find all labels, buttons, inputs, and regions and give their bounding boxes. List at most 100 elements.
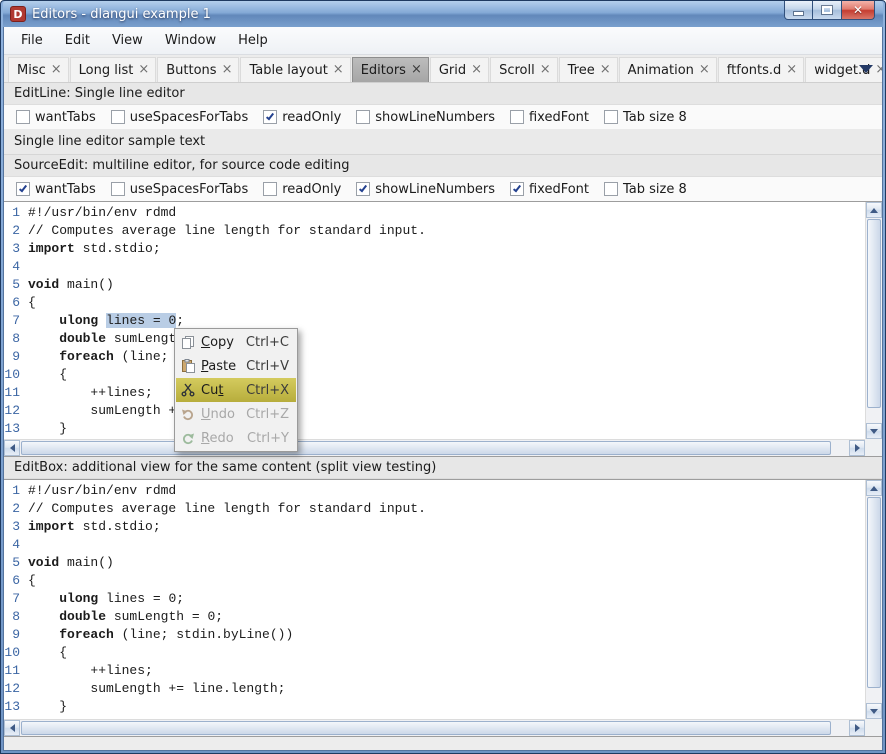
checkbox-wanttabs[interactable]: wantTabs (16, 110, 96, 125)
checkbox-readonly[interactable]: readOnly (263, 110, 341, 125)
checkbox-usespacesfortabs[interactable]: useSpacesForTabs (111, 110, 249, 125)
tab-close-icon[interactable]: × (540, 65, 551, 75)
line-number: 4 (4, 536, 28, 554)
tab-buttons[interactable]: Buttons× (157, 57, 239, 82)
tab-close-icon[interactable]: × (138, 65, 149, 75)
scrollbar-thumb[interactable] (867, 497, 881, 688)
window-title: Editors - dlangui example 1 (32, 7, 211, 22)
menu-edit[interactable]: Edit (54, 29, 101, 52)
menu-item-label: Paste (201, 359, 236, 374)
code-line-4: 4 (4, 536, 865, 554)
close-icon: ✕ (853, 3, 863, 17)
checkbox-usespacesfortabs[interactable]: useSpacesForTabs (111, 182, 249, 197)
tab-close-icon[interactable]: × (222, 65, 233, 75)
checkbox-showlinenumbers[interactable]: showLineNumbers (356, 182, 495, 197)
menu-bar: FileEditViewWindowHelp (4, 27, 882, 55)
vertical-scrollbar[interactable] (865, 480, 882, 719)
scroll-left-button[interactable] (4, 440, 20, 456)
single-line-editor[interactable]: Single line editor sample text (4, 129, 882, 155)
checkbox-readonly[interactable]: readOnly (263, 182, 341, 197)
editbox-section-label: EditBox: additional view for the same co… (4, 457, 882, 479)
editline-section-label: EditLine: Single line editor (4, 83, 882, 105)
menu-file[interactable]: File (10, 29, 54, 52)
code-text: void main() (28, 554, 114, 572)
checkbox-unchecked-icon (111, 182, 125, 196)
tab-ftfonts-d[interactable]: ftfonts.d× (718, 57, 804, 82)
tab-label: Table layout (249, 63, 327, 78)
source-editor-content[interactable]: 1#!/usr/bin/env rdmd2// Computes average… (4, 202, 865, 439)
tab-table-layout[interactable]: Table layout × (240, 57, 350, 82)
checkbox-wanttabs[interactable]: wantTabs (16, 182, 96, 197)
selected-text: lines = 0 (106, 313, 176, 328)
tab-close-icon[interactable]: × (333, 65, 344, 75)
checkbox-checked-icon (263, 110, 277, 124)
tab-long-list[interactable]: Long list × (70, 57, 157, 82)
menu-view[interactable]: View (101, 29, 154, 52)
edit-box-content[interactable]: 1#!/usr/bin/env rdmd2// Computes average… (4, 480, 865, 719)
scrollbar-thumb[interactable] (867, 219, 881, 408)
tab-grid[interactable]: Grid× (430, 57, 489, 82)
scrollbar-track[interactable] (867, 497, 881, 702)
line-number: 5 (4, 554, 28, 572)
scroll-up-button[interactable] (866, 202, 882, 218)
code-text: // Computes average line length for stan… (28, 500, 426, 518)
close-button[interactable]: ✕ (842, 1, 875, 20)
title-bar[interactable]: D Editors - dlangui example 1 ✕ (3, 1, 883, 27)
scroll-down-button[interactable] (866, 423, 882, 439)
scrollbar-track[interactable] (21, 721, 848, 735)
tab-label: Long list (79, 63, 134, 78)
scrollbar-track[interactable] (21, 441, 848, 455)
tab-strip: Misc×Long list×Buttons×Table layout×Edit… (8, 55, 854, 82)
checkbox-label: useSpacesForTabs (130, 182, 249, 197)
line-number: 5 (4, 276, 28, 294)
vertical-scrollbar[interactable] (865, 202, 882, 439)
tab-close-icon[interactable]: × (600, 65, 611, 75)
tab-tree[interactable]: Tree× (559, 57, 618, 82)
checkbox-tab-size-8[interactable]: Tab size 8 (604, 110, 687, 125)
edit-box[interactable]: 1#!/usr/bin/env rdmd2// Computes average… (4, 479, 882, 737)
context-menu-item-copy[interactable]: CopyCtrl+C (176, 330, 296, 354)
scrollbar-thumb[interactable] (21, 441, 831, 455)
checkbox-showlinenumbers[interactable]: showLineNumbers (356, 110, 495, 125)
source-editor[interactable]: 1#!/usr/bin/env rdmd2// Computes average… (4, 201, 882, 457)
tab-close-icon[interactable]: × (411, 65, 422, 75)
context-menu-item-paste[interactable]: PasteCtrl+V (176, 354, 296, 378)
checkbox-tab-size-8[interactable]: Tab size 8 (604, 182, 687, 197)
checkbox-fixedfont[interactable]: fixedFont (510, 182, 589, 197)
minimize-button[interactable] (784, 1, 813, 20)
scroll-down-button[interactable] (866, 703, 882, 719)
scroll-right-button[interactable] (849, 440, 865, 456)
scrollbar-track[interactable] (867, 219, 881, 422)
code-line-9: 9 foreach (line; stdin.byLine()) (4, 626, 865, 644)
checkbox-fixedfont[interactable]: fixedFont (510, 110, 589, 125)
scroll-up-button[interactable] (866, 480, 882, 496)
code-text: #!/usr/bin/env rdmd (28, 204, 176, 222)
cut-icon (179, 383, 197, 397)
tab-label: Misc (17, 63, 46, 78)
scroll-left-button[interactable] (4, 720, 20, 736)
tab-close-icon[interactable]: × (699, 65, 710, 75)
tab-scroll[interactable]: Scroll× (490, 57, 558, 82)
scrollbar-thumb[interactable] (21, 721, 831, 735)
menu-item-label: Copy (201, 335, 234, 350)
maximize-button[interactable] (813, 1, 842, 20)
horizontal-scrollbar[interactable] (4, 719, 865, 736)
tab-editors[interactable]: Editors× (352, 57, 429, 82)
maximize-icon (822, 6, 832, 14)
horizontal-scrollbar[interactable] (4, 439, 865, 456)
tab-misc[interactable]: Misc × (8, 57, 69, 82)
redo-icon (179, 431, 197, 445)
tab-close-icon[interactable]: × (51, 65, 62, 75)
window-controls: ✕ (784, 1, 875, 20)
tab-animation[interactable]: Animation× (619, 57, 717, 82)
tab-overflow-button[interactable] (854, 55, 878, 82)
checkbox-label: fixedFont (529, 110, 589, 125)
menu-item-shortcut: Ctrl+Z (246, 407, 289, 422)
tab-close-icon[interactable]: × (786, 65, 797, 75)
scroll-right-button[interactable] (849, 720, 865, 736)
menu-window[interactable]: Window (154, 29, 227, 52)
tab-close-icon[interactable]: × (471, 65, 482, 75)
menu-help[interactable]: Help (227, 29, 279, 52)
context-menu-item-cut[interactable]: CutCtrl+X (176, 378, 296, 402)
line-number: 10 (4, 366, 28, 384)
